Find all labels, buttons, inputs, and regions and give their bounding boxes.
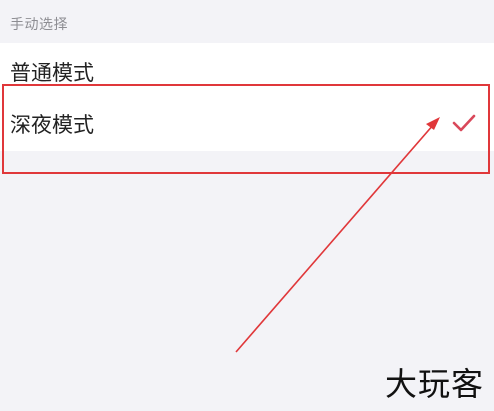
mode-option-label: 普通模式: [10, 61, 94, 85]
section-header: 手动选择: [10, 17, 68, 33]
mode-option-night[interactable]: 深夜模式: [0, 95, 494, 151]
mode-option-label: 深夜模式: [10, 113, 94, 137]
checkmark-icon: [452, 114, 476, 132]
watermark-logo: 大玩客: [384, 365, 484, 403]
mode-option-normal[interactable]: 普通模式: [0, 43, 494, 95]
mode-list: 普通模式 深夜模式: [0, 43, 494, 151]
